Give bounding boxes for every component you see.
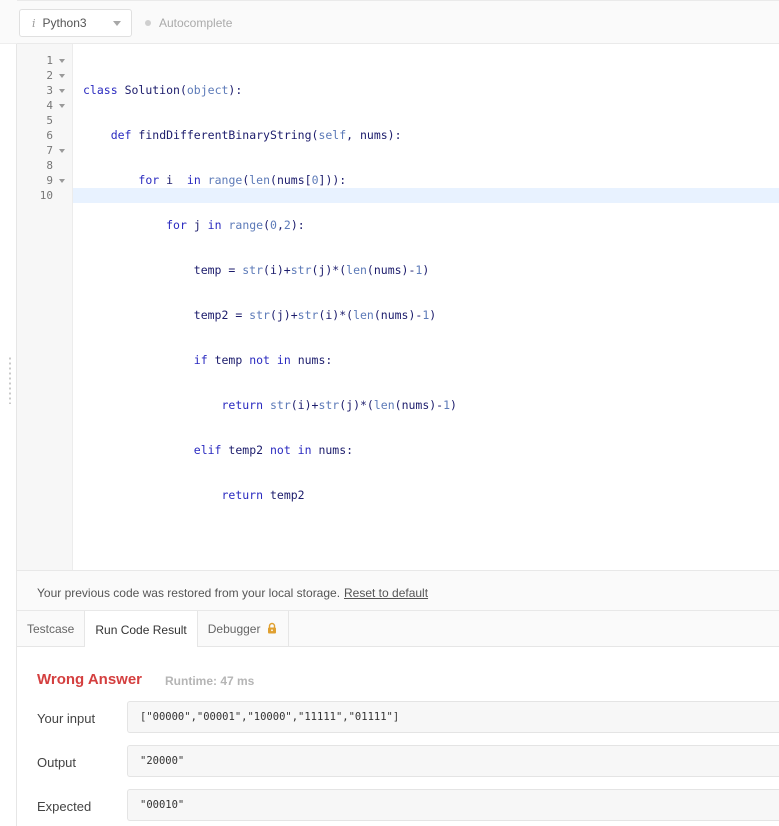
- restore-notice-bar: Your previous code was restored from you…: [17, 570, 779, 611]
- line-number: 9: [17, 173, 73, 188]
- line-number-text: 1: [46, 54, 53, 67]
- input-value-box: ["00000","00001","10000","11111","01111"…: [127, 701, 779, 733]
- line-number: 1: [17, 53, 73, 68]
- fold-arrow-icon[interactable]: [59, 59, 65, 63]
- line-number-text: 4: [46, 99, 53, 112]
- language-label: Python3: [42, 16, 87, 30]
- line-number-text: 5: [46, 114, 53, 127]
- line-number: 2: [17, 68, 73, 83]
- expected-value-box: "00010": [127, 789, 779, 821]
- line-number-text: 8: [46, 159, 53, 172]
- autocomplete-status-dot-icon: [145, 20, 151, 26]
- line-number: 7: [17, 143, 73, 158]
- expected-value: "00010": [140, 799, 185, 811]
- line-number-text: 7: [46, 144, 53, 157]
- fold-arrow-icon[interactable]: [59, 89, 65, 93]
- info-icon: i: [32, 16, 36, 30]
- fold-arrow-icon[interactable]: [59, 179, 65, 183]
- code-line: temp2 = str(j)+str(i)*(len(nums)-1): [83, 308, 437, 322]
- console-tabs: Testcase Run Code Result Debugger: [17, 611, 779, 648]
- output-label: Output: [37, 755, 77, 770]
- tab-label: Debugger: [207, 622, 261, 636]
- expected-label: Expected: [37, 799, 92, 814]
- verdict-label: Wrong Answer: [37, 671, 143, 688]
- line-number-text: 2: [46, 69, 53, 82]
- line-number-text: 3: [46, 84, 53, 97]
- pane-resize-handle[interactable]: [9, 356, 11, 404]
- chevron-down-icon: [113, 21, 121, 26]
- tab-run-code-result[interactable]: Run Code Result: [85, 611, 198, 648]
- input-label: Your input: [37, 711, 96, 726]
- lock-icon: [268, 622, 277, 634]
- editor-toolbar: i Python3 Autocomplete: [17, 0, 779, 44]
- code-line: elif temp2 not in nums:: [193, 443, 354, 457]
- line-number-text: 10: [39, 189, 53, 202]
- code-line: return temp2: [221, 488, 305, 502]
- left-pane-strip: [0, 0, 17, 826]
- tab-debugger[interactable]: Debugger: [198, 611, 290, 647]
- run-result-panel: Wrong Answer Runtime: 47 ms Your input […: [17, 647, 779, 826]
- code-line: class Solution(object):: [83, 83, 243, 97]
- line-number-text: 9: [46, 174, 53, 187]
- code-line: for i in range(len(nums[0])):: [138, 173, 347, 187]
- code-line: temp = str(i)+str(j)*(len(nums)-1): [83, 263, 430, 277]
- line-number: 10: [17, 188, 73, 203]
- code-line: if temp not in nums:: [193, 353, 333, 367]
- line-number: 8: [17, 158, 73, 173]
- code-line: def findDifferentBinaryString(self, nums…: [110, 128, 402, 142]
- line-number: 4: [17, 98, 73, 113]
- line-number: 6: [17, 128, 73, 143]
- code-line: return str(i)+str(j)*(len(nums)-1): [221, 398, 457, 412]
- line-number-gutter: 1 2 3 4 5 6 7 8 9 10: [17, 44, 73, 570]
- line-number: 5: [17, 113, 73, 128]
- code-content[interactable]: class Solution(object): def findDifferen…: [83, 53, 457, 533]
- line-number-text: 6: [46, 129, 53, 142]
- fold-arrow-icon[interactable]: [59, 74, 65, 78]
- code-editor[interactable]: 1 2 3 4 5 6 7 8 9 10 class Solution(object): def …: [17, 44, 779, 570]
- line-number: 3: [17, 83, 73, 98]
- fold-arrow-icon[interactable]: [59, 104, 65, 108]
- output-value: "20000": [140, 755, 185, 767]
- output-value-box: "20000": [127, 745, 779, 777]
- autocomplete-label: Autocomplete: [159, 16, 233, 30]
- restore-message: Your previous code was restored from you…: [37, 586, 341, 600]
- language-select[interactable]: i Python3: [19, 9, 132, 37]
- left-pane-header: [0, 0, 17, 44]
- reset-to-default-link[interactable]: Reset to default: [344, 586, 428, 600]
- code-panel: i Python3 Autocomplete 1 2 3 4 5 6 7 8 9 10 class…: [17, 0, 779, 826]
- input-value: ["00000","00001","10000","11111","01111"…: [140, 711, 400, 723]
- code-line: for j in range(0,2):: [166, 218, 305, 232]
- tab-label: Testcase: [27, 622, 75, 636]
- runtime-label: Runtime: 47 ms: [165, 674, 255, 688]
- fold-arrow-icon[interactable]: [59, 149, 65, 153]
- autocomplete-toggle[interactable]: Autocomplete: [145, 16, 232, 30]
- tab-testcase[interactable]: Testcase: [17, 611, 86, 647]
- tab-label: Run Code Result: [95, 622, 187, 637]
